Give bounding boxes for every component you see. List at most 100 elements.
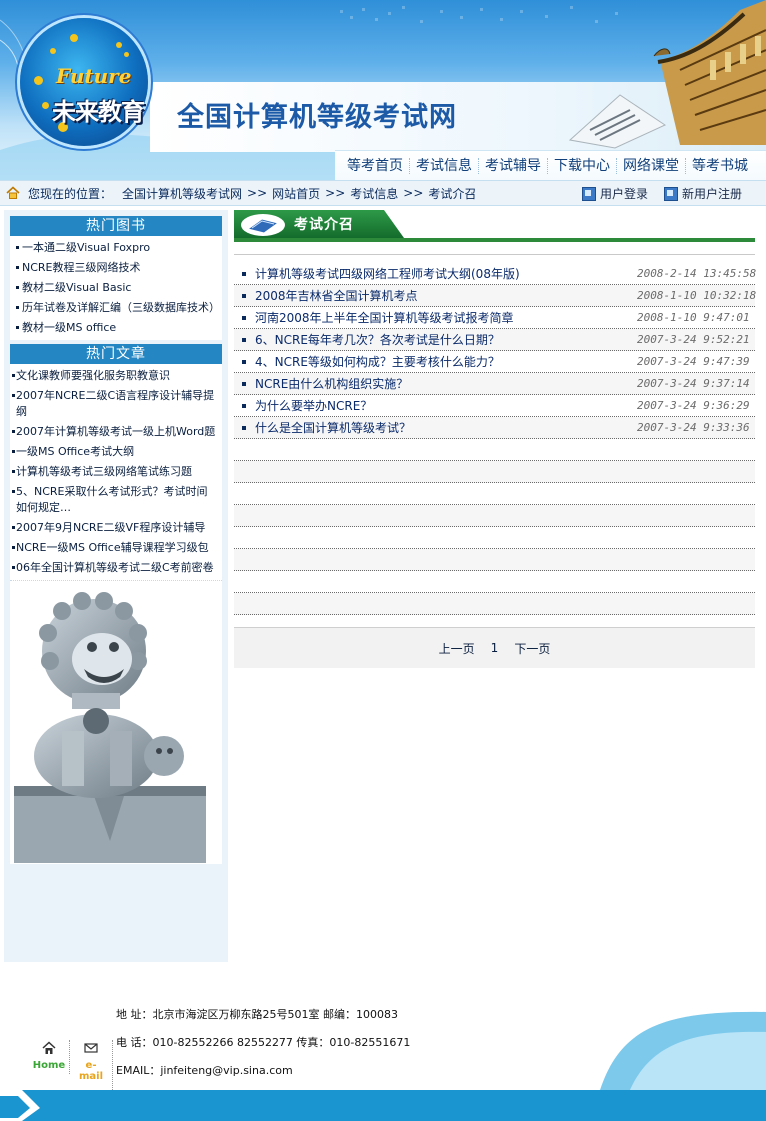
breadcrumb: 您现在的位置： 全国计算机等级考试网 >> 网站首页 >> 考试信息 >> 考试… bbox=[0, 180, 766, 206]
sidebar: 热门图书 一本通二级Visual Foxpro NCRE教程三级网络技术 教材二… bbox=[4, 210, 228, 962]
empty-row bbox=[234, 439, 755, 461]
article-title[interactable]: 什么是全国计算机等级考试？ bbox=[255, 419, 637, 436]
breadcrumb-site[interactable]: 全国计算机等级考试网 bbox=[122, 185, 242, 202]
current-page: 1 bbox=[490, 641, 499, 655]
prev-page-link[interactable]: 上一页 bbox=[439, 640, 475, 657]
empty-row bbox=[234, 571, 755, 593]
stone-lion-image bbox=[10, 580, 222, 864]
nav-item-home[interactable]: 等考首页 bbox=[335, 158, 409, 174]
bullet-icon bbox=[242, 403, 246, 408]
book-icon bbox=[241, 214, 285, 236]
list-item[interactable]: 什么是全国计算机等级考试？ 2007-3-24 9:33:36 bbox=[234, 417, 755, 439]
list-item[interactable]: 2007年9月NCRE二级VF程序设计辅导 bbox=[10, 518, 222, 538]
main-content: 考试介召 计算机等级考试四级网络工程师考试大纲(08年版) 2008-2-14 … bbox=[234, 210, 757, 668]
bullet-icon bbox=[242, 271, 246, 276]
list-item[interactable]: 4、NCRE等级如何构成？主要考核什么能力？ 2007-3-24 9:47:39 bbox=[234, 351, 755, 373]
bullet-icon bbox=[242, 359, 246, 364]
list-item[interactable]: 文化课教师要强化服务职教意识 bbox=[10, 366, 222, 386]
logo-english-text: Future bbox=[56, 64, 132, 88]
footer-divider bbox=[112, 1040, 113, 1090]
nav-item-exam-info[interactable]: 考试信息 bbox=[409, 158, 478, 174]
list-item[interactable]: 历年试卷及详解汇编（三级数据库技术） bbox=[10, 298, 222, 318]
nav-item-download[interactable]: 下载中心 bbox=[547, 158, 616, 174]
breadcrumb-current[interactable]: 考试介召 bbox=[428, 185, 476, 202]
next-page-link[interactable]: 下一页 bbox=[514, 640, 550, 657]
article-list: 计算机等级考试四级网络工程师考试大纲(08年版) 2008-2-14 13:45… bbox=[234, 263, 757, 615]
breadcrumb-exam-info[interactable]: 考试信息 bbox=[350, 185, 398, 202]
footer-home-link[interactable]: Home bbox=[32, 1040, 66, 1071]
list-item[interactable]: 计算机等级考试三级网络笔试练习题 bbox=[10, 462, 222, 482]
article-title[interactable]: 为什么要举办NCRE？ bbox=[255, 397, 637, 414]
register-link[interactable]: 新用户注册 bbox=[682, 185, 742, 202]
bullet-icon bbox=[242, 381, 246, 386]
list-item[interactable]: 为什么要举办NCRE？ 2007-3-24 9:36:29 bbox=[234, 395, 755, 417]
pagination: 上一页 1 下一页 bbox=[234, 627, 755, 668]
article-title[interactable]: 计算机等级考试四级网络工程师考试大纲(08年版) bbox=[255, 265, 637, 282]
hot-articles-heading: 热门文章 bbox=[10, 344, 222, 364]
list-item[interactable]: 教材二级Visual Basic bbox=[10, 278, 222, 298]
article-date: 2007-3-24 9:37:14 bbox=[637, 377, 750, 390]
list-item[interactable]: 2008年吉林省全国计算机考点 2008-1-10 10:32:18 bbox=[234, 285, 757, 307]
footer-address: 地 址：北京市海淀区万柳东路25号501室 邮编：100083 bbox=[116, 1008, 398, 1021]
article-date: 2007-3-24 9:33:36 bbox=[637, 421, 750, 434]
article-date: 2008-2-14 13:45:58 bbox=[637, 267, 757, 280]
empty-row bbox=[234, 505, 755, 527]
article-title[interactable]: 2008年吉林省全国计算机考点 bbox=[255, 287, 637, 304]
list-item[interactable]: 一级MS Office考试大纲 bbox=[10, 442, 222, 462]
empty-row bbox=[234, 593, 755, 615]
user-icon bbox=[663, 186, 678, 201]
footer-phone: 电 话：010-82552266 82552277 传真：010-8255167… bbox=[116, 1036, 411, 1049]
article-title[interactable]: 6、NCRE每年考几次？各次考试是什么日期？ bbox=[255, 331, 637, 348]
site-title: 全国计算机等级考试网 bbox=[177, 102, 457, 133]
mail-icon bbox=[84, 1043, 98, 1053]
pagoda-roof-image bbox=[653, 0, 766, 145]
article-title[interactable]: 河南2008年上半年全国计算机等级考试报考简章 bbox=[255, 309, 637, 326]
bullet-icon bbox=[242, 293, 246, 298]
hot-books-list: 一本通二级Visual Foxpro NCRE教程三级网络技术 教材二级Visu… bbox=[10, 236, 222, 340]
bullet-icon bbox=[242, 425, 246, 430]
hot-articles-list: 文化课教师要强化服务职教意识 2007年NCRE二级C语言程序设计辅导提纲 20… bbox=[10, 364, 222, 580]
breadcrumb-prefix: 您现在的位置： bbox=[28, 186, 113, 201]
future-education-logo[interactable]: Future 未来教育 bbox=[20, 18, 148, 146]
footer-email: EMAIL：jinfeiteng@vip.sina.com bbox=[116, 1064, 293, 1077]
footer-email-link[interactable]: e-mail bbox=[74, 1040, 108, 1082]
article-date: 2007-3-24 9:36:29 bbox=[637, 399, 750, 412]
nav-item-bookstore[interactable]: 等考书城 bbox=[685, 158, 754, 174]
empty-row bbox=[234, 461, 755, 483]
section-divider bbox=[234, 244, 755, 255]
login-link[interactable]: 用户登录 bbox=[600, 185, 648, 202]
list-item[interactable]: 06年全国计算机等级考试二级C考前密卷 bbox=[10, 558, 222, 578]
list-item[interactable]: 6、NCRE每年考几次？各次考试是什么日期？ 2007-3-24 9:52:21 bbox=[234, 329, 755, 351]
home-icon bbox=[6, 186, 20, 199]
user-icon bbox=[581, 186, 596, 201]
breadcrumb-home[interactable]: 网站首页 bbox=[272, 185, 320, 202]
list-item[interactable]: 一本通二级Visual Foxpro bbox=[10, 238, 222, 258]
list-item[interactable]: 教材一级MS office bbox=[10, 318, 222, 338]
list-item[interactable]: NCRE一级MS Office辅导课程学习级包 bbox=[10, 538, 222, 558]
nav-item-online-class[interactable]: 网络课堂 bbox=[616, 158, 685, 174]
article-title[interactable]: 4、NCRE等级如何构成？主要考核什么能力？ bbox=[255, 353, 637, 370]
breadcrumb-separator: >> bbox=[325, 186, 346, 200]
list-item[interactable]: 2007年NCRE二级C语言程序设计辅导提纲 bbox=[10, 386, 222, 422]
list-item[interactable]: NCRE由什么机构组织实施？ 2007-3-24 9:37:14 bbox=[234, 373, 755, 395]
bullet-icon bbox=[242, 315, 246, 320]
list-item[interactable]: NCRE教程三级网络技术 bbox=[10, 258, 222, 278]
list-item[interactable]: 计算机等级考试四级网络工程师考试大纲(08年版) 2008-2-14 13:45… bbox=[234, 263, 757, 285]
article-date: 2007-3-24 9:52:21 bbox=[637, 333, 750, 346]
breadcrumb-separator: >> bbox=[403, 186, 424, 200]
footer-divider bbox=[69, 1040, 70, 1074]
list-item[interactable]: 河南2008年上半年全国计算机等级考试报考简章 2008-1-10 9:47:0… bbox=[234, 307, 755, 329]
footer-arrow bbox=[0, 1090, 40, 1121]
article-date: 2008-1-10 10:32:18 bbox=[637, 289, 757, 302]
section-header: 考试介召 bbox=[234, 210, 755, 242]
home-icon bbox=[42, 1041, 56, 1054]
article-title[interactable]: NCRE由什么机构组织实施？ bbox=[255, 375, 637, 392]
nav-item-exam-tutoring[interactable]: 考试辅导 bbox=[478, 158, 547, 174]
hot-books-heading: 热门图书 bbox=[10, 216, 222, 236]
home-label: Home bbox=[32, 1060, 66, 1071]
list-item[interactable]: 2007年计算机等级考试一级上机Word题 bbox=[10, 422, 222, 442]
list-item[interactable]: 5、NCRE采取什么考试形式？考试时间如何规定… bbox=[10, 482, 222, 518]
user-links: 用户登录 新用户注册 bbox=[581, 185, 742, 202]
empty-row bbox=[234, 483, 755, 505]
mail-label: e-mail bbox=[78, 1060, 104, 1082]
